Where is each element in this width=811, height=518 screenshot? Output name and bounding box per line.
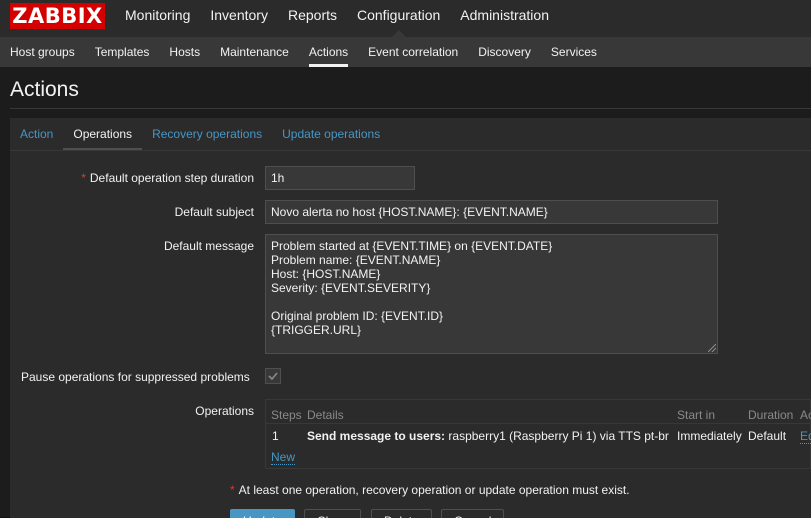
- submenu-templates[interactable]: Templates: [85, 37, 160, 67]
- menu-configuration[interactable]: Configuration: [347, 0, 450, 37]
- step-duration-input[interactable]: 1h: [265, 166, 415, 190]
- tab-action[interactable]: Action: [10, 118, 63, 151]
- tab-operations[interactable]: Operations: [63, 118, 142, 151]
- col-steps: Steps: [271, 408, 302, 422]
- col-start-in: Start in: [677, 408, 716, 422]
- tab-bar: Action Operations Recovery operations Up…: [10, 118, 390, 151]
- top-navigation: ZABBIX Monitoring Inventory Reports Conf…: [0, 0, 811, 37]
- menu-reports[interactable]: Reports: [278, 0, 347, 37]
- sub-navigation: Host groups Templates Hosts Maintenance …: [0, 37, 811, 67]
- row-start-in: Immediately: [677, 429, 742, 443]
- update-button[interactable]: Update: [230, 509, 295, 518]
- subject-input[interactable]: Novo alerta no host {HOST.NAME}: {EVENT.…: [265, 200, 718, 224]
- row-details: Send message to users: raspberry1 (Raspb…: [307, 429, 669, 443]
- menu-inventory[interactable]: Inventory: [200, 0, 278, 37]
- col-duration: Duration: [748, 408, 794, 422]
- page-title: Actions: [10, 78, 79, 101]
- clone-button[interactable]: Clone: [304, 509, 362, 518]
- tab-divider: [10, 150, 811, 151]
- delete-button[interactable]: Delete: [371, 509, 432, 518]
- operations-label: Operations: [195, 404, 254, 418]
- message-text: Problem started at {EVENT.TIME} on {EVEN…: [271, 239, 553, 337]
- edit-link[interactable]: Ed: [800, 429, 811, 444]
- col-action: Ac: [800, 408, 811, 422]
- table-header-divider: [266, 423, 811, 424]
- main-menu: Monitoring Inventory Reports Configurati…: [115, 0, 559, 37]
- pause-label: Pause operations for suppressed problems: [21, 370, 250, 384]
- checkmark-icon: [268, 372, 278, 381]
- tab-update-operations[interactable]: Update operations: [272, 118, 390, 151]
- tab-recovery-operations[interactable]: Recovery operations: [142, 118, 272, 151]
- required-mark: *: [81, 171, 86, 185]
- row-duration: Default: [748, 429, 787, 443]
- subject-label: Default subject: [174, 205, 254, 219]
- message-label: Default message: [163, 239, 254, 253]
- row-steps: 1: [272, 429, 279, 443]
- message-textarea[interactable]: Problem started at {EVENT.TIME} on {EVEN…: [265, 234, 718, 354]
- submenu-discovery[interactable]: Discovery: [468, 37, 541, 67]
- submenu-actions[interactable]: Actions: [299, 37, 358, 67]
- submenu-event-correlation[interactable]: Event correlation: [358, 37, 468, 67]
- menu-administration[interactable]: Administration: [450, 0, 559, 37]
- submenu-services[interactable]: Services: [541, 37, 607, 67]
- submenu-hosts[interactable]: Hosts: [159, 37, 210, 67]
- submenu-host-groups[interactable]: Host groups: [0, 37, 85, 67]
- zabbix-logo[interactable]: ZABBIX: [10, 3, 105, 29]
- validation-note: * At least one operation, recovery operat…: [230, 483, 630, 497]
- menu-monitoring[interactable]: Monitoring: [115, 0, 200, 37]
- step-duration-label: * Default operation step duration: [81, 171, 254, 185]
- cancel-button[interactable]: Cancel: [441, 509, 505, 518]
- new-operation-link[interactable]: New: [271, 450, 296, 465]
- submenu-maintenance[interactable]: Maintenance: [210, 37, 299, 67]
- resize-handle[interactable]: [708, 344, 716, 352]
- col-details: Details: [307, 408, 344, 422]
- title-divider: [10, 108, 811, 109]
- pause-checkbox[interactable]: [265, 368, 281, 384]
